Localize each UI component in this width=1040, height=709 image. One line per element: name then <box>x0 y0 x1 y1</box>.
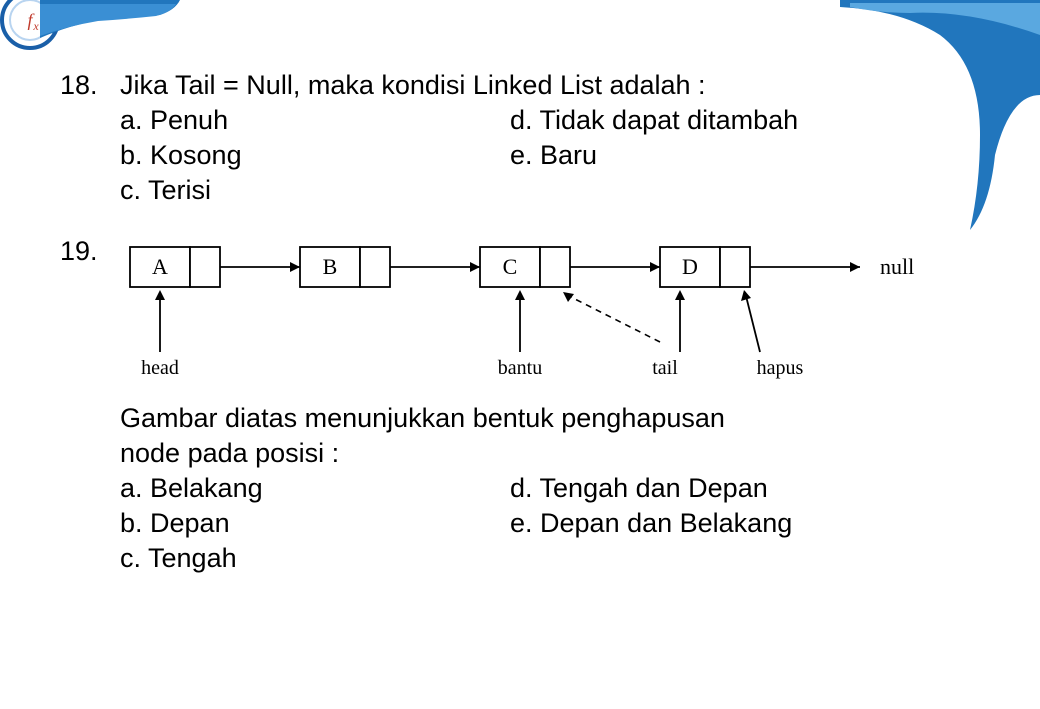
badge-icon: f x <box>0 0 60 50</box>
content-area: 18. Jika Tail = Null, maka kondisi Linke… <box>60 70 980 604</box>
null-label: null <box>880 254 914 279</box>
question-19: 19. A <box>60 236 980 574</box>
svg-text:x: x <box>32 19 39 33</box>
option-a: a. Belakang <box>120 473 500 504</box>
page-decoration: f x <box>0 0 1040 50</box>
svg-text:f: f <box>27 10 35 30</box>
option-c: c. Tengah <box>120 543 500 574</box>
option-b: b. Depan <box>120 508 500 539</box>
option-a: a. Penuh <box>120 105 500 136</box>
linked-list-diagram: A B <box>120 242 980 389</box>
question-number: 19. <box>60 236 120 267</box>
node-b: B <box>300 247 390 287</box>
question-text-line1: Gambar diatas menunjukkan bentuk penghap… <box>120 403 980 434</box>
bantu-label: bantu <box>498 357 542 379</box>
option-c: c. Terisi <box>120 175 500 206</box>
question-text: Jika Tail = Null, maka kondisi Linked Li… <box>120 70 980 101</box>
option-b: b. Kosong <box>120 140 500 171</box>
option-e: e. Baru <box>510 140 980 171</box>
options-grid: a. Belakang d. Tengah dan Depan b. Depan… <box>120 473 980 574</box>
node-label: A <box>152 254 168 279</box>
node-d: D <box>660 247 750 287</box>
node-label: C <box>503 254 518 279</box>
node-label: D <box>682 254 698 279</box>
hapus-label: hapus <box>757 357 804 379</box>
node-a: A <box>130 247 220 287</box>
node-label: B <box>323 254 338 279</box>
option-d: d. Tengah dan Depan <box>510 473 980 504</box>
option-d: d. Tidak dapat ditambah <box>510 105 980 136</box>
option-e: e. Depan dan Belakang <box>510 508 980 539</box>
tail-label: tail <box>652 357 678 379</box>
question-number: 18. <box>60 70 120 101</box>
options-grid: a. Penuh d. Tidak dapat ditambah b. Koso… <box>120 105 980 206</box>
head-label: head <box>141 357 179 379</box>
question-18: 18. Jika Tail = Null, maka kondisi Linke… <box>60 70 980 206</box>
node-c: C <box>480 247 570 287</box>
question-text-line2: node pada posisi : <box>120 438 980 469</box>
ribbon-icon <box>40 0 180 38</box>
